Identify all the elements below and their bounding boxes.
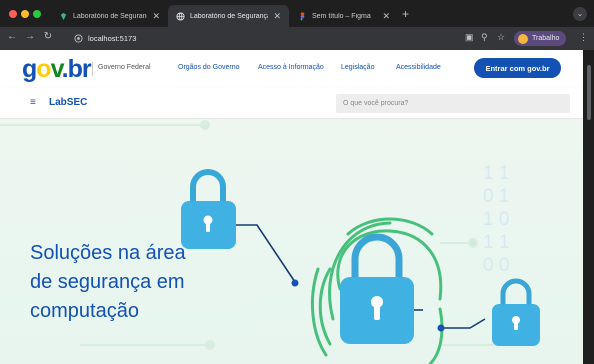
browser-tab-1[interactable]: Laboratório de Segurança em ✕ bbox=[51, 5, 168, 27]
window-minimize-button[interactable] bbox=[21, 10, 29, 18]
nav-link-legislacao[interactable]: Legislação bbox=[341, 64, 374, 71]
back-arrow-icon[interactable]: ← bbox=[5, 31, 19, 42]
browser-tab-strip: Laboratório de Segurança em ✕ Laboratóri… bbox=[0, 0, 594, 27]
web-page: gov.br Governo Federal Orgãos do Governo… bbox=[0, 50, 594, 364]
close-icon[interactable]: ✕ bbox=[382, 11, 390, 22]
chevron-down-icon[interactable]: ⌄ bbox=[573, 7, 587, 21]
padlock-icon bbox=[181, 169, 236, 249]
circuit-node bbox=[291, 279, 299, 287]
more-menu-icon[interactable]: ⋮ bbox=[579, 32, 588, 43]
logo-br: br bbox=[67, 55, 92, 83]
site-header: ≡ LabSEC O que você procura? bbox=[0, 88, 583, 119]
globe-icon bbox=[176, 11, 185, 21]
profile-button[interactable]: Trabalho bbox=[514, 31, 567, 46]
tab-title: Laboratório de Segurança em bbox=[190, 12, 269, 20]
binary-row: 1 1 bbox=[483, 163, 509, 184]
padlock-icon bbox=[492, 278, 540, 346]
browser-tab-3[interactable]: Sem título – Figma ✕ bbox=[290, 5, 398, 27]
binary-row: 1 1 bbox=[483, 232, 509, 253]
circuit-connector bbox=[444, 318, 486, 329]
url-text: localhost:5173 bbox=[88, 34, 137, 43]
logo-g: g bbox=[22, 55, 37, 83]
forward-arrow-icon[interactable]: → bbox=[23, 31, 37, 42]
tab-title: Sem título – Figma bbox=[312, 12, 371, 20]
figma-icon bbox=[300, 11, 305, 21]
binary-row: 0 0 bbox=[483, 255, 509, 276]
hero-heading-line: de segurança em bbox=[30, 271, 185, 293]
tab-title: Laboratório de Segurança em bbox=[73, 12, 147, 20]
logo-o: o bbox=[36, 55, 51, 83]
nav-link-orgaos[interactable]: Orgãos do Governo bbox=[178, 64, 239, 71]
site-title[interactable]: LabSEC bbox=[49, 97, 87, 108]
translate-icon[interactable]: ▣ bbox=[465, 32, 474, 43]
hero-heading: Soluções na área de segurança em computa… bbox=[30, 239, 240, 326]
binary-row: 1 0 bbox=[483, 209, 509, 230]
hero-heading-line: computação bbox=[30, 300, 139, 322]
binary-row: 0 1 bbox=[483, 186, 509, 207]
browser-tab-2[interactable]: Laboratório de Segurança em ✕ bbox=[168, 5, 289, 27]
hero-section: 1 1 0 1 1 0 1 1 0 0 Soluções na área de … bbox=[0, 119, 583, 364]
nav-link-acessibilidade[interactable]: Acessibilidade bbox=[396, 64, 441, 71]
zoom-icon[interactable]: ⚲ bbox=[481, 32, 488, 43]
profile-name: Trabalho bbox=[532, 35, 560, 42]
menu-icon[interactable]: ≡ bbox=[30, 97, 36, 108]
hero-heading-line: Soluções na área bbox=[30, 242, 186, 264]
window-close-button[interactable] bbox=[9, 10, 17, 18]
circuit-connector bbox=[236, 224, 296, 283]
close-icon[interactable]: ✕ bbox=[152, 11, 160, 22]
window-maximize-button[interactable] bbox=[33, 10, 41, 18]
logo-v: v bbox=[50, 55, 63, 83]
padlock-icon bbox=[340, 233, 414, 344]
circuit-node bbox=[437, 324, 445, 332]
address-bar[interactable]: localhost:5173 bbox=[68, 30, 448, 47]
reload-icon[interactable]: ↻ bbox=[41, 31, 55, 42]
search-input[interactable]: O que você procura? bbox=[336, 94, 570, 113]
close-icon[interactable]: ✕ bbox=[273, 11, 281, 22]
bookmark-star-icon[interactable]: ☆ bbox=[497, 32, 505, 43]
nav-link-acesso[interactable]: Acesso à Informação bbox=[258, 64, 324, 71]
scrollbar-thumb[interactable] bbox=[587, 65, 591, 120]
avatar bbox=[518, 33, 528, 44]
new-tab-button[interactable]: + bbox=[402, 7, 409, 21]
site-info-icon[interactable] bbox=[74, 34, 83, 43]
gov-br-logo[interactable]: gov.br bbox=[22, 54, 92, 84]
governo-federal-label: Governo Federal bbox=[98, 64, 151, 71]
divider bbox=[92, 62, 93, 76]
browser-toolbar: ← → ↻ localhost:5173 ▣ ⚲ ☆ Trabalho ⋮ bbox=[0, 27, 594, 50]
binary-digits: 1 1 0 1 1 0 1 1 0 0 bbox=[483, 163, 509, 276]
gov-header: gov.br Governo Federal Orgãos do Governo… bbox=[0, 50, 583, 88]
login-button[interactable]: Entrar com gov.br bbox=[474, 58, 561, 78]
labsec-favicon-icon bbox=[60, 12, 67, 20]
